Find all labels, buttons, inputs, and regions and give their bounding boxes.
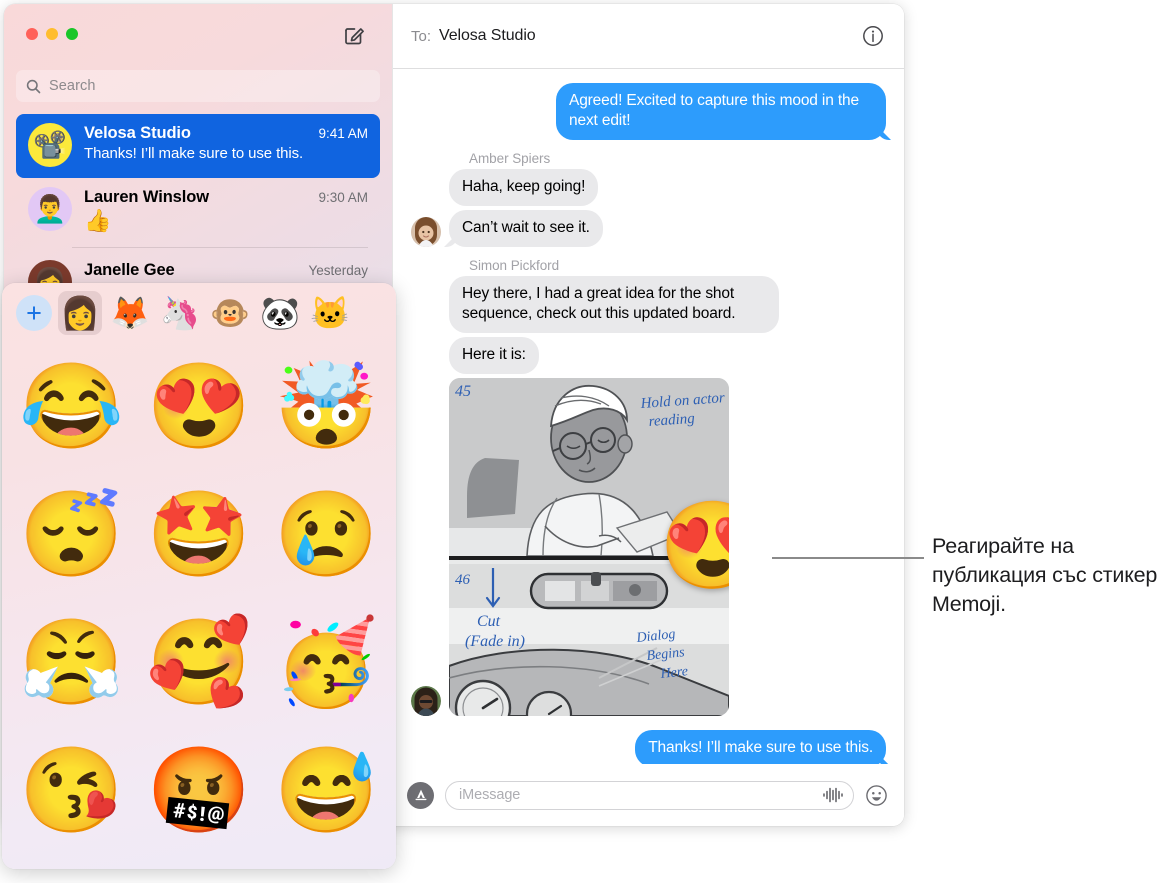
- message-composer: iMessage: [393, 764, 904, 826]
- sticker-category-tabs: 👩 🦊 🦄 🐵 🐼 🐱: [2, 283, 396, 341]
- close-button[interactable]: [26, 28, 38, 40]
- storyboard-attachment[interactable]: Hold on actor reading 45 46 Cut (Fade in…: [449, 377, 729, 716]
- conversation-name: Janelle Gee: [84, 261, 175, 280]
- minimize-button[interactable]: [46, 28, 58, 40]
- svg-text:46: 46: [455, 572, 471, 588]
- conversation-row-velosa-studio[interactable]: 📽️ Velosa Studio 9:41 AM Thanks! I’ll ma…: [16, 114, 380, 178]
- info-icon[interactable]: [862, 25, 884, 47]
- conversation-preview: 👍: [84, 208, 112, 233]
- svg-text:Cut: Cut: [477, 613, 501, 630]
- conversation-time: Yesterday: [308, 263, 368, 279]
- search-input[interactable]: Search: [16, 70, 380, 102]
- sticker-memoji-tears-of-joy[interactable]: 😂: [8, 345, 135, 467]
- sticker-memoji-sleeping[interactable]: 😴: [8, 473, 135, 595]
- conversation-header: To: Velosa Studio: [393, 4, 904, 69]
- attachment-row: Hold on actor reading 45 46 Cut (Fade in…: [411, 377, 886, 716]
- sticker-tab-fox[interactable]: 🦊: [108, 291, 152, 335]
- message-bubble-outgoing[interactable]: Agreed! Excited to capture this mood in …: [556, 83, 886, 140]
- conversation-name: Velosa Studio: [84, 124, 191, 142]
- sticker-memoji-sweat-smile[interactable]: 😅: [263, 729, 390, 851]
- to-label: To:: [411, 27, 432, 45]
- sticker-memoji-smiling-hearts[interactable]: 🥰: [135, 601, 262, 723]
- message-bubble-incoming[interactable]: Haha, keep going!: [449, 168, 599, 206]
- sticker-tab-memoji-self[interactable]: 👩: [58, 291, 102, 335]
- avatar: [411, 685, 441, 716]
- message-row: Agreed! Excited to capture this mood in …: [411, 83, 886, 140]
- conversation-time: 9:30 AM: [318, 190, 368, 205]
- conversation-row-lauren-winslow[interactable]: 👨‍🦱 Lauren Winslow 9:30 AM 👍: [16, 178, 380, 244]
- message-bubble-incoming[interactable]: Hey there, I had a great idea for the sh…: [449, 275, 779, 333]
- conversation-time: 9:41 AM: [318, 126, 368, 141]
- message-row: Thanks! I’ll make sure to use this.: [411, 729, 886, 764]
- search-icon: [26, 79, 41, 94]
- memoji-sticker-picker: 👩 🦊 🦄 🐵 🐼 🐱 😂 😍 🤯 😴 🤩 😢 😤 🥰 🥳 😘 🤬 😅: [2, 283, 396, 869]
- sticker-grid: 😂 😍 🤯 😴 🤩 😢 😤 🥰 🥳 😘 🤬 😅: [2, 341, 396, 851]
- conversation-pane: To: Velosa Studio Agreed! Excited to cap…: [392, 4, 904, 826]
- avatar-spacer: [411, 176, 441, 206]
- callout-text: Реагирайте на публикация със стикер Memo…: [932, 534, 1158, 617]
- avatar: [411, 216, 441, 247]
- message-input-placeholder: iMessage: [459, 787, 521, 803]
- svg-text:(Fade in): (Fade in): [465, 633, 525, 650]
- sticker-memoji-kiss-heart[interactable]: 😘: [8, 729, 135, 851]
- message-thread: Agreed! Excited to capture this mood in …: [393, 69, 904, 764]
- svg-text:reading: reading: [648, 411, 696, 430]
- avatar-spacer: [411, 344, 441, 374]
- recipient-name: Velosa Studio: [439, 27, 536, 44]
- message-input[interactable]: iMessage: [445, 780, 854, 810]
- message-bubble-incoming[interactable]: Can’t wait to see it.: [449, 209, 603, 247]
- sticker-memoji-heart-eyes[interactable]: 😍: [135, 345, 262, 467]
- sticker-tab-monkey[interactable]: 🐵: [208, 291, 252, 335]
- avatar: 👨‍🦱: [28, 187, 72, 231]
- window-controls: [26, 28, 78, 40]
- sticker-memoji-party[interactable]: 🥳: [263, 601, 390, 723]
- sticker-tab-cat[interactable]: 🐱: [308, 291, 352, 335]
- conversation-name: Lauren Winslow: [84, 188, 209, 206]
- avatar: 📽️: [28, 123, 72, 167]
- sticker-memoji-star-struck[interactable]: 🤩: [135, 473, 262, 595]
- audio-waveform-icon[interactable]: [822, 786, 844, 804]
- sticker-memoji-cursing[interactable]: 🤬: [135, 729, 262, 851]
- sticker-tab-unicorn[interactable]: 🦄: [158, 291, 202, 335]
- message-bubble-incoming[interactable]: Here it is:: [449, 336, 539, 374]
- avatar-spacer: [411, 303, 441, 333]
- emoji-smiley-icon[interactable]: [865, 784, 888, 807]
- message-row: Here it is:: [411, 336, 886, 374]
- message-bubble-outgoing[interactable]: Thanks! I’ll make sure to use this.: [635, 729, 886, 764]
- message-row: Hey there, I had a great idea for the sh…: [411, 275, 886, 333]
- memoji-reaction-sticker[interactable]: 😍: [659, 494, 729, 598]
- message-row: Can’t wait to see it.: [411, 209, 886, 247]
- sender-label: Simon Pickford: [469, 257, 560, 273]
- message-row: Haha, keep going!: [411, 168, 886, 206]
- list-divider: [72, 247, 368, 249]
- app-store-icon[interactable]: [407, 781, 434, 809]
- search-placeholder: Search: [49, 78, 96, 94]
- zoom-button[interactable]: [66, 28, 78, 40]
- sticker-memoji-steam-nose[interactable]: 😤: [8, 601, 135, 723]
- compose-icon[interactable]: [342, 23, 366, 47]
- svg-text:Here: Here: [659, 664, 689, 682]
- sticker-memoji-mind-blown[interactable]: 🤯: [263, 345, 390, 467]
- screenshot-root: Search 📽️ Velosa Studio 9:41 AM Thanks! …: [0, 0, 1168, 883]
- sticker-tab-panda[interactable]: 🐼: [258, 291, 302, 335]
- conversation-preview: Thanks! I’ll make sure to use this.: [84, 145, 304, 162]
- callout-leader-line: [772, 557, 924, 559]
- sender-label: Amber Spiers: [469, 150, 551, 166]
- svg-text:45: 45: [455, 383, 471, 400]
- plus-icon[interactable]: [16, 295, 52, 331]
- sticker-memoji-crying[interactable]: 😢: [263, 473, 390, 595]
